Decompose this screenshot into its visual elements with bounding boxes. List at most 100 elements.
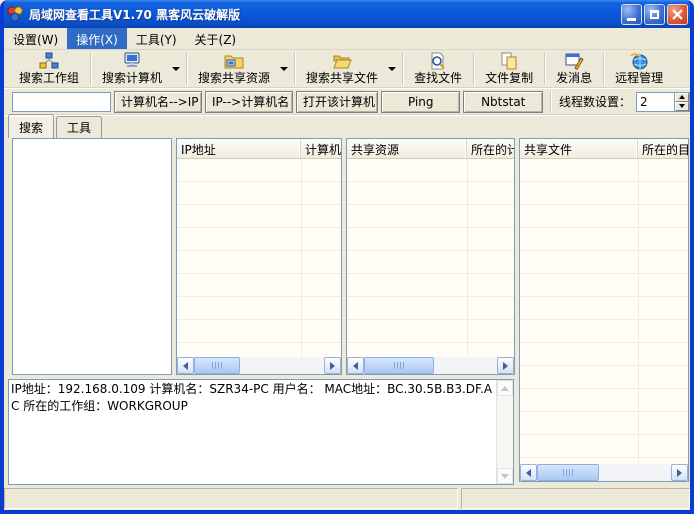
toolbar-separator	[294, 53, 295, 85]
column-header-ip[interactable]: IP地址	[177, 139, 301, 158]
info-vscrollbar	[496, 380, 513, 484]
scroll-right-button[interactable]	[497, 357, 514, 374]
toolbar-label: 搜索共享文件	[306, 70, 378, 86]
toolbar-separator	[402, 53, 403, 85]
toolbar-separator	[186, 53, 187, 85]
chevron-left-icon	[183, 362, 188, 370]
file-copy-button[interactable]: 文件复制	[476, 51, 542, 87]
grip-icon	[212, 362, 223, 369]
column-header-host[interactable]: 所在的计算机	[467, 139, 514, 158]
chevron-right-icon	[503, 362, 508, 370]
scroll-left-button[interactable]	[347, 357, 364, 374]
open-computer-button[interactable]: 打开该计算机	[296, 91, 378, 113]
search-workgroup-button[interactable]: 搜索工作组	[10, 51, 88, 87]
minimize-button[interactable]	[621, 4, 642, 25]
column-header-directory[interactable]: 所在的目录	[638, 139, 688, 158]
workgroup-icon	[39, 52, 59, 70]
scroll-track[interactable]	[364, 357, 497, 374]
search-shared-files-dropdown[interactable]	[387, 51, 400, 87]
toolbar-label: 查找文件	[414, 70, 462, 86]
menu-tools[interactable]: 工具(Y)	[127, 28, 186, 49]
toolbar-label: 搜索计算机	[102, 70, 162, 86]
menu-actions[interactable]: 操作(X)	[67, 28, 127, 49]
toolbar-label: 搜索工作组	[19, 70, 79, 86]
thread-count-value[interactable]: 2	[637, 93, 674, 111]
scroll-right-button[interactable]	[324, 357, 341, 374]
close-icon	[672, 9, 683, 20]
menu-settings[interactable]: 设置(W)	[4, 28, 67, 49]
chevron-left-icon	[526, 469, 531, 477]
app-icon	[6, 5, 24, 23]
chevron-left-icon	[353, 362, 358, 370]
shared-files-list: 共享文件 所在的目录	[519, 138, 689, 482]
status-right	[461, 488, 690, 509]
ip-to-name-button[interactable]: IP-->计算机名	[205, 91, 293, 113]
spinner-up-button[interactable]	[675, 93, 689, 102]
shares-list-body[interactable]	[347, 159, 514, 357]
close-button[interactable]	[667, 4, 688, 25]
scroll-left-button[interactable]	[177, 357, 194, 374]
search-shares-button[interactable]: 搜索共享资源	[189, 51, 279, 87]
column-header-file[interactable]: 共享文件	[520, 139, 638, 158]
computers-list: IP地址 计算机名	[176, 138, 342, 375]
remote-management-button[interactable]: 远程管理	[606, 51, 672, 87]
find-file-button[interactable]: 查找文件	[405, 51, 471, 87]
shares-list-header: 共享资源 所在的计算机	[347, 139, 514, 159]
scroll-right-button[interactable]	[671, 464, 688, 481]
shared-files-list-body[interactable]	[520, 159, 688, 464]
scroll-left-button[interactable]	[520, 464, 537, 481]
menu-about[interactable]: 关于(Z)	[186, 28, 246, 49]
shares-list: 共享资源 所在的计算机	[346, 138, 515, 375]
nbtstat-button[interactable]: Nbtstat	[463, 91, 542, 113]
status-left	[4, 488, 458, 509]
toolbar-label: 搜索共享资源	[198, 70, 270, 86]
grip-icon	[394, 362, 405, 369]
search-shares-dropdown[interactable]	[279, 51, 292, 87]
scroll-thumb[interactable]	[194, 357, 240, 374]
workgroup-tree[interactable]	[12, 138, 172, 375]
thread-count-spinner[interactable]: 2	[636, 92, 690, 112]
main-toolbar: 搜索工作组 搜索计算机 搜索共享资源	[4, 51, 690, 88]
titlebar: 局域网查看工具V1.70 黑客风云破解版	[0, 0, 694, 28]
message-icon	[564, 52, 584, 70]
column-header-computer[interactable]: 计算机名	[301, 139, 341, 158]
column-header-share[interactable]: 共享资源	[347, 139, 467, 158]
maximize-button[interactable]	[644, 4, 665, 25]
ping-button[interactable]: Ping	[381, 91, 460, 113]
scroll-track[interactable]	[537, 464, 671, 481]
scroll-thumb[interactable]	[537, 464, 599, 481]
chevron-up-icon	[501, 386, 509, 391]
scroll-up-button	[497, 380, 513, 396]
find-file-icon	[428, 52, 448, 70]
minimize-icon	[627, 18, 636, 21]
chevron-down-icon	[679, 104, 685, 108]
spinner-buttons	[674, 93, 689, 111]
scroll-track[interactable]	[194, 357, 324, 374]
toolbar-label: 远程管理	[615, 70, 663, 86]
chevron-down-icon	[501, 474, 509, 479]
toolbar-label: 文件复制	[485, 70, 533, 86]
thread-count-label: 线程数设置：	[559, 93, 631, 110]
status-bar	[4, 488, 690, 509]
computer-name-input[interactable]	[12, 92, 111, 112]
chevron-right-icon	[677, 469, 682, 477]
tab-tools[interactable]: 工具	[56, 116, 102, 138]
spinner-down-button[interactable]	[675, 102, 689, 111]
send-message-button[interactable]: 发消息	[547, 51, 601, 87]
search-computers-dropdown[interactable]	[171, 51, 184, 87]
tab-search[interactable]: 搜索	[8, 114, 54, 138]
name-to-ip-button[interactable]: 计算机名-->IP	[114, 91, 202, 113]
copy-file-icon	[499, 52, 519, 70]
computers-list-body[interactable]	[177, 159, 341, 357]
scroll-thumb[interactable]	[364, 357, 434, 374]
open-folder-icon	[332, 52, 352, 70]
info-panel: IP地址：192.168.0.109 计算机名：SZR34-PC 用户名： MA…	[8, 379, 514, 485]
window-title: 局域网查看工具V1.70 黑客风云破解版	[29, 6, 240, 23]
shares-hscrollbar[interactable]	[347, 357, 514, 374]
search-computers-button[interactable]: 搜索计算机	[93, 51, 171, 87]
action-bar: 计算机名-->IP IP-->计算机名 打开该计算机 Ping Nbtstat …	[4, 89, 690, 115]
shared-files-hscrollbar[interactable]	[520, 464, 688, 481]
chevron-down-icon	[280, 67, 288, 71]
search-shared-files-button[interactable]: 搜索共享文件	[297, 51, 387, 87]
computers-hscrollbar[interactable]	[177, 357, 341, 374]
